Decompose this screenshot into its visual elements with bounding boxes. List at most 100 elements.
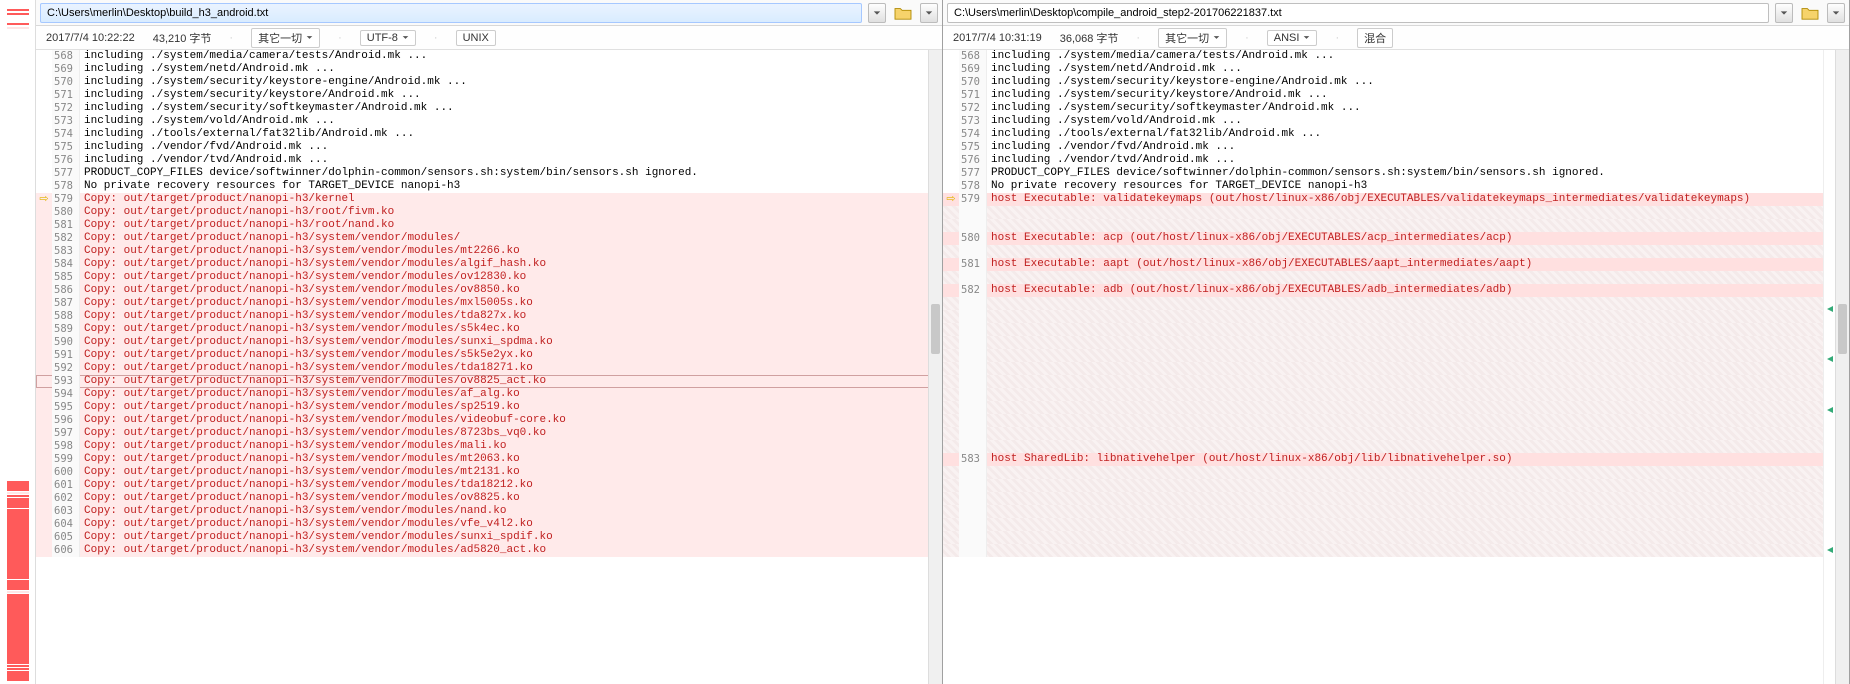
code-line[interactable]: 604Copy: out/target/product/nanopi-h3/sy… <box>36 518 942 531</box>
code-line[interactable]: 576including ./vendor/tvd/Android.mk ... <box>36 154 942 167</box>
code-line[interactable]: 593Copy: out/target/product/nanopi-h3/sy… <box>36 375 942 388</box>
code-line[interactable]: 586Copy: out/target/product/nanopi-h3/sy… <box>36 284 942 297</box>
code-line[interactable]: 589Copy: out/target/product/nanopi-h3/sy… <box>36 323 942 336</box>
code-line[interactable]: 572including ./system/security/softkeyma… <box>36 102 942 115</box>
code-line[interactable]: 572including ./system/security/softkeyma… <box>943 102 1849 115</box>
code-line[interactable] <box>943 505 1849 518</box>
left-path-input[interactable] <box>40 3 862 23</box>
code-line[interactable]: ⇨579host Executable: validatekeymaps (ou… <box>943 193 1849 206</box>
diff-indicator[interactable] <box>1825 354 1834 362</box>
code-line[interactable]: 594Copy: out/target/product/nanopi-h3/sy… <box>36 388 942 401</box>
code-line[interactable] <box>943 388 1849 401</box>
code-line[interactable] <box>943 440 1849 453</box>
code-line[interactable] <box>943 245 1849 258</box>
code-line[interactable] <box>943 401 1849 414</box>
code-line[interactable]: 574including ./tools/external/fat32lib/A… <box>943 128 1849 141</box>
left-encoding-dropdown[interactable]: UTF-8 <box>360 30 416 46</box>
code-line[interactable] <box>943 271 1849 284</box>
code-line[interactable] <box>943 219 1849 232</box>
code-line[interactable]: 596Copy: out/target/product/nanopi-h3/sy… <box>36 414 942 427</box>
code-line[interactable]: 580Copy: out/target/product/nanopi-h3/ro… <box>36 206 942 219</box>
code-line[interactable]: 577PRODUCT_COPY_FILES device/softwinner/… <box>36 167 942 180</box>
code-line[interactable] <box>943 518 1849 531</box>
right-content[interactable]: 568including ./system/media/camera/tests… <box>943 50 1849 684</box>
right-scrollbar[interactable] <box>1835 50 1849 684</box>
code-line[interactable] <box>943 297 1849 310</box>
code-line[interactable]: 571including ./system/security/keystore/… <box>943 89 1849 102</box>
code-line[interactable]: 581host Executable: aapt (out/host/linux… <box>943 258 1849 271</box>
code-line[interactable]: 576including ./vendor/tvd/Android.mk ... <box>943 154 1849 167</box>
diff-indicator[interactable] <box>1825 304 1834 312</box>
code-line[interactable]: 573including ./system/vold/Android.mk ..… <box>36 115 942 128</box>
left-filter-dropdown[interactable]: 其它一切 <box>251 28 320 48</box>
right-encoding-dropdown[interactable]: ANSI <box>1267 30 1318 46</box>
code-line[interactable] <box>943 206 1849 219</box>
code-line[interactable]: 577PRODUCT_COPY_FILES device/softwinner/… <box>943 167 1849 180</box>
code-line[interactable]: 569including ./system/netd/Android.mk ..… <box>943 63 1849 76</box>
code-line[interactable]: 571including ./system/security/keystore/… <box>36 89 942 102</box>
code-line[interactable]: 587Copy: out/target/product/nanopi-h3/sy… <box>36 297 942 310</box>
code-line[interactable]: 601Copy: out/target/product/nanopi-h3/sy… <box>36 479 942 492</box>
right-filter-dropdown[interactable]: 其它一切 <box>1158 28 1227 48</box>
code-line[interactable] <box>943 427 1849 440</box>
right-path-input[interactable] <box>947 3 1769 23</box>
code-line[interactable]: 575including ./vendor/fvd/Android.mk ... <box>36 141 942 154</box>
code-line[interactable]: 580host Executable: acp (out/host/linux-… <box>943 232 1849 245</box>
code-line[interactable]: 578No private recovery resources for TAR… <box>943 180 1849 193</box>
code-line[interactable] <box>943 544 1849 557</box>
code-line[interactable]: 574including ./tools/external/fat32lib/A… <box>36 128 942 141</box>
code-line[interactable]: 597Copy: out/target/product/nanopi-h3/sy… <box>36 427 942 440</box>
code-line[interactable]: 605Copy: out/target/product/nanopi-h3/sy… <box>36 531 942 544</box>
code-line[interactable]: 595Copy: out/target/product/nanopi-h3/sy… <box>36 401 942 414</box>
code-line[interactable] <box>943 466 1849 479</box>
open-folder-button[interactable] <box>892 3 914 23</box>
diff-indicator[interactable] <box>1825 545 1834 553</box>
right-lineend-dropdown[interactable]: 混合 <box>1357 28 1393 48</box>
left-scrollbar[interactable] <box>928 50 942 684</box>
diff-indicator[interactable] <box>1825 405 1834 413</box>
code-line[interactable]: 570including ./system/security/keystore-… <box>943 76 1849 89</box>
code-line[interactable]: 588Copy: out/target/product/nanopi-h3/sy… <box>36 310 942 323</box>
code-line[interactable]: 603Copy: out/target/product/nanopi-h3/sy… <box>36 505 942 518</box>
code-line[interactable] <box>943 323 1849 336</box>
code-line[interactable]: 582host Executable: adb (out/host/linux-… <box>943 284 1849 297</box>
code-line[interactable] <box>943 336 1849 349</box>
path-history-dropdown[interactable] <box>868 3 886 23</box>
code-line[interactable]: 568including ./system/media/camera/tests… <box>943 50 1849 63</box>
code-line[interactable]: 581Copy: out/target/product/nanopi-h3/ro… <box>36 219 942 232</box>
code-line[interactable] <box>943 492 1849 505</box>
code-line[interactable]: 590Copy: out/target/product/nanopi-h3/sy… <box>36 336 942 349</box>
code-line[interactable]: 585Copy: out/target/product/nanopi-h3/sy… <box>36 271 942 284</box>
code-line[interactable]: ⇨579Copy: out/target/product/nanopi-h3/k… <box>36 193 942 206</box>
folder-dropdown[interactable] <box>920 3 938 23</box>
path-history-dropdown[interactable] <box>1775 3 1793 23</box>
code-line[interactable]: 570including ./system/security/keystore-… <box>36 76 942 89</box>
code-line[interactable] <box>943 531 1849 544</box>
overview-gutter[interactable] <box>0 0 36 684</box>
code-line[interactable]: 568including ./system/media/camera/tests… <box>36 50 942 63</box>
code-line[interactable]: 584Copy: out/target/product/nanopi-h3/sy… <box>36 258 942 271</box>
code-line[interactable]: 583Copy: out/target/product/nanopi-h3/sy… <box>36 245 942 258</box>
code-line[interactable]: 599Copy: out/target/product/nanopi-h3/sy… <box>36 453 942 466</box>
code-line[interactable]: 592Copy: out/target/product/nanopi-h3/sy… <box>36 362 942 375</box>
code-line[interactable]: 600Copy: out/target/product/nanopi-h3/sy… <box>36 466 942 479</box>
folder-dropdown[interactable] <box>1827 3 1845 23</box>
code-line[interactable]: 578No private recovery resources for TAR… <box>36 180 942 193</box>
code-line[interactable]: 582Copy: out/target/product/nanopi-h3/sy… <box>36 232 942 245</box>
code-line[interactable] <box>943 414 1849 427</box>
code-line[interactable]: 602Copy: out/target/product/nanopi-h3/sy… <box>36 492 942 505</box>
code-line[interactable] <box>943 310 1849 323</box>
code-line[interactable]: 569including ./system/netd/Android.mk ..… <box>36 63 942 76</box>
code-line[interactable]: 573including ./system/vold/Android.mk ..… <box>943 115 1849 128</box>
code-line[interactable] <box>943 349 1849 362</box>
code-line[interactable] <box>943 375 1849 388</box>
code-line[interactable]: 598Copy: out/target/product/nanopi-h3/sy… <box>36 440 942 453</box>
open-folder-button[interactable] <box>1799 3 1821 23</box>
code-line[interactable] <box>943 362 1849 375</box>
code-line[interactable] <box>943 479 1849 492</box>
code-line[interactable]: 591Copy: out/target/product/nanopi-h3/sy… <box>36 349 942 362</box>
code-line[interactable]: 606Copy: out/target/product/nanopi-h3/sy… <box>36 544 942 557</box>
left-lineend-dropdown[interactable]: UNIX <box>456 30 496 46</box>
code-line[interactable]: 583host SharedLib: libnativehelper (out/… <box>943 453 1849 466</box>
left-content[interactable]: 568including ./system/media/camera/tests… <box>36 50 942 684</box>
